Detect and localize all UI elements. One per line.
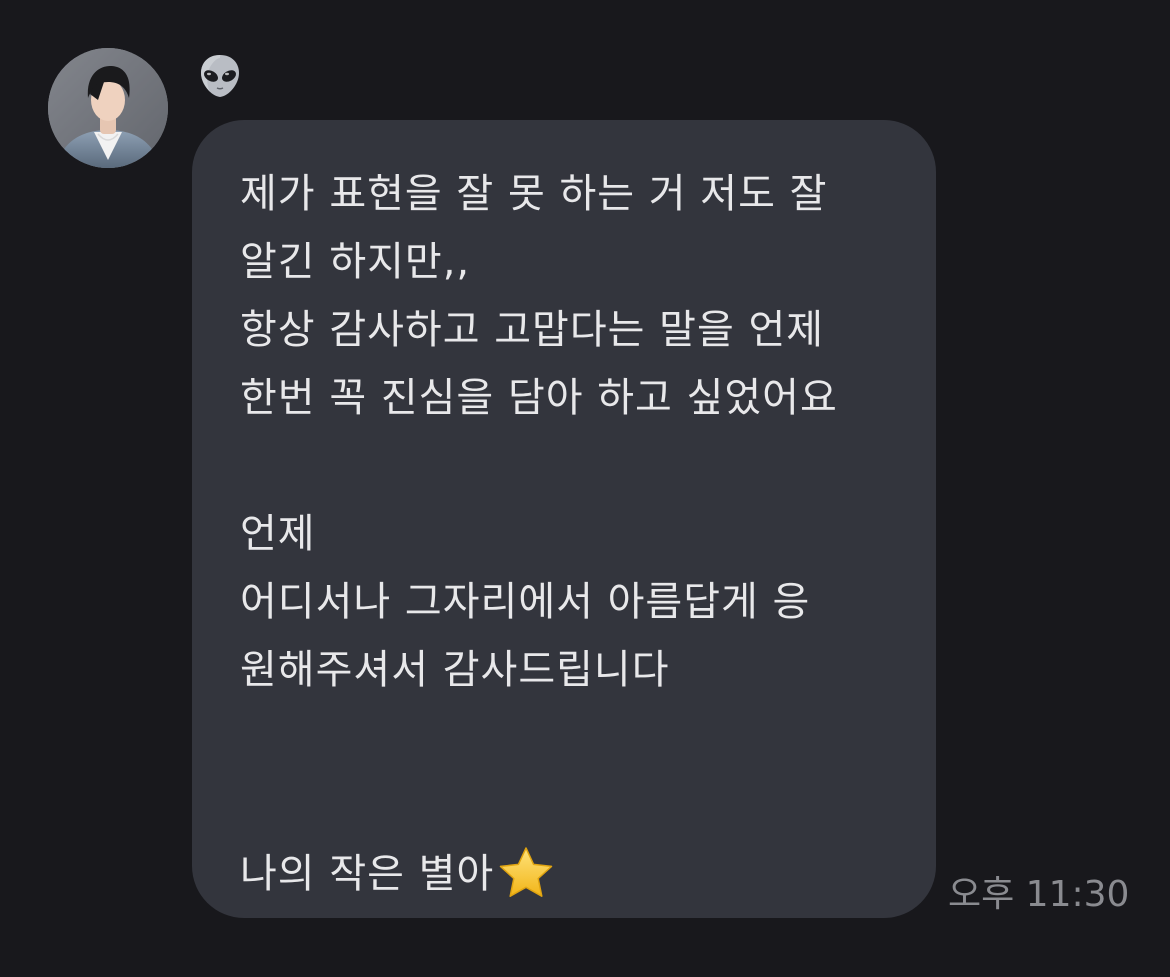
message-line-text: 나의 작은 별아: [240, 851, 495, 897]
message-timestamp: 오후 11:30: [948, 874, 1130, 915]
message-line: 원해주셔서 감사드립니다: [240, 647, 670, 693]
sender-name: [196, 52, 244, 100]
message-text: 제가 표현을 잘 못 하는 거 저도 잘 알긴 하지만,, 항상 감사하고 고맙…: [240, 160, 930, 908]
alien-icon: [201, 55, 239, 97]
message-line: 언제: [240, 511, 316, 557]
message-line-blank: [240, 432, 930, 500]
message-line: 어디서나 그자리에서 아름답게 응: [240, 579, 811, 625]
star-icon: [499, 847, 553, 897]
sender-avatar[interactable]: [48, 48, 168, 168]
message-line: 한번 꼭 진심을 담아 하고 싶었어요: [240, 375, 838, 421]
message-line-blank: [240, 704, 930, 772]
message-line-blank: [240, 772, 930, 840]
avatar-photo-icon: [48, 48, 168, 168]
message-line: 알긴 하지만,,: [240, 239, 471, 285]
message-line: 제가 표현을 잘 못 하는 거 저도 잘: [240, 171, 828, 217]
message-line-final: 나의 작은 별아: [240, 840, 930, 908]
message-line: 항상 감사하고 고맙다는 말을 언제: [240, 307, 825, 353]
